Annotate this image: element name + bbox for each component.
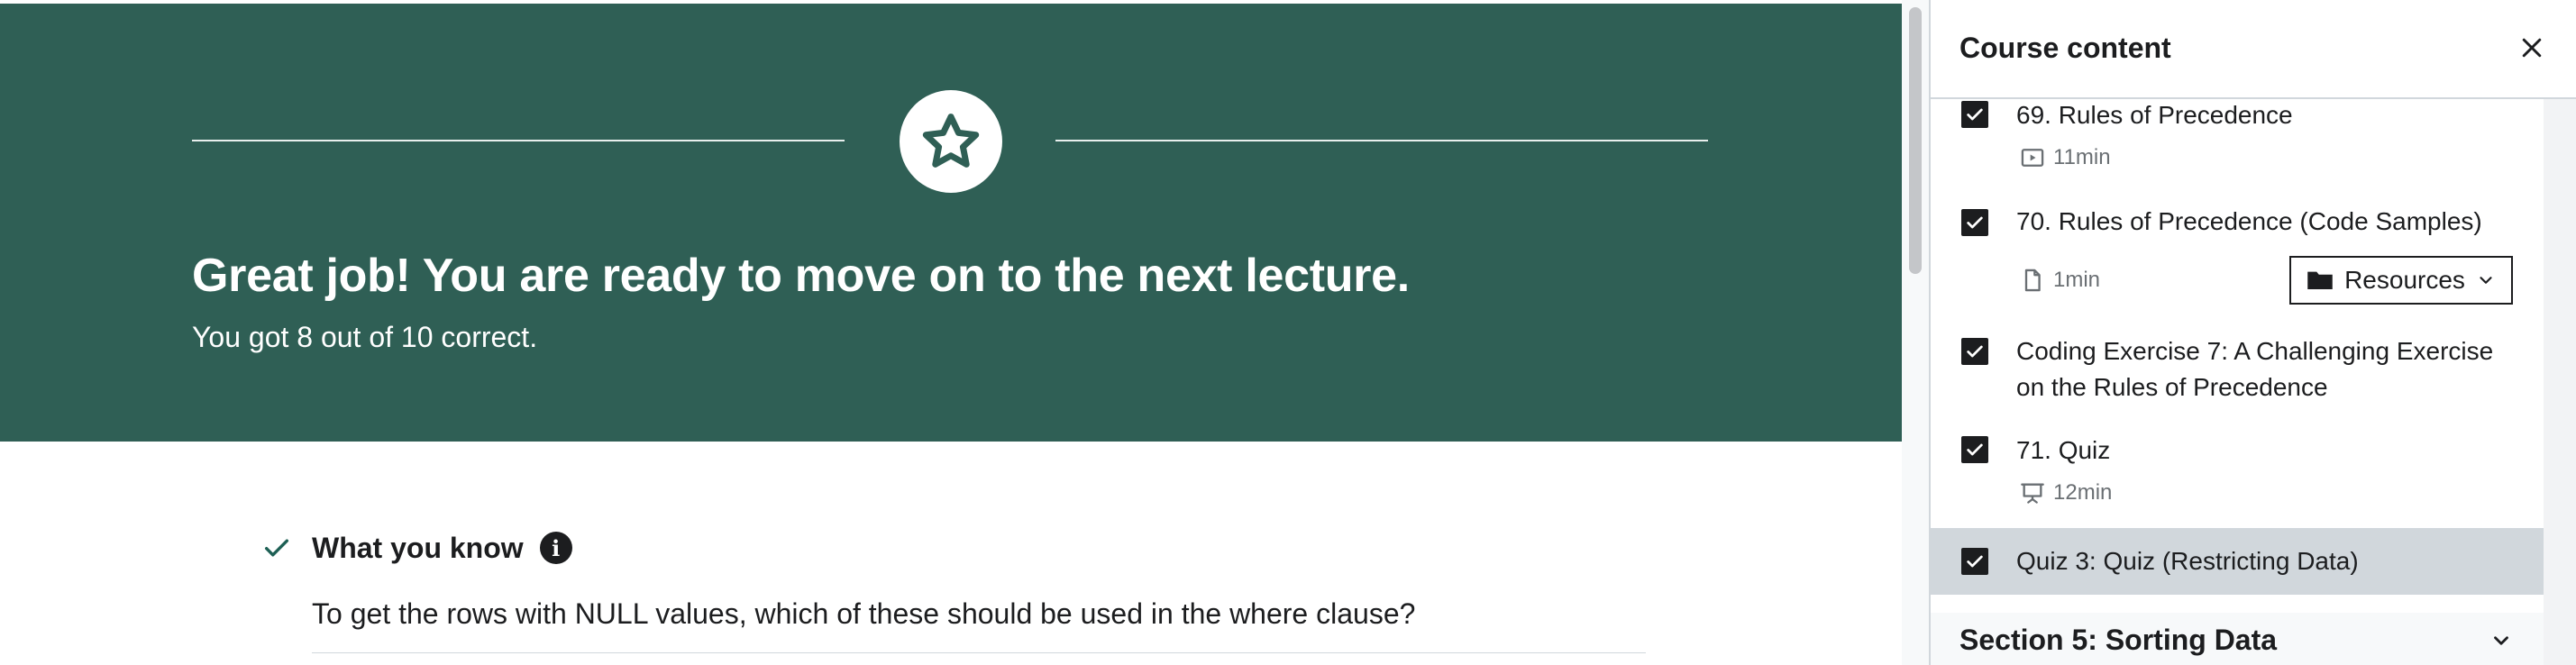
item-title: 71. Quiz (2016, 436, 2111, 464)
section-header[interactable]: Section 5: Sorting Data (1931, 613, 2544, 665)
item-title: 70. Rules of Precedence (Code Samples) (2016, 207, 2482, 235)
item-meta: 12min (2019, 479, 2112, 506)
curriculum-item-active[interactable]: Quiz 3: Quiz (Restricting Data) (1931, 528, 2544, 595)
sidebar-scrollbar[interactable] (2544, 99, 2576, 665)
presentation-icon (2019, 479, 2046, 506)
section-title: Section 5: Sorting Data (1959, 624, 2278, 656)
star-badge (900, 90, 1002, 193)
chevron-down-icon[interactable] (2489, 629, 2513, 652)
check-icon (1967, 216, 1983, 229)
item-title: Coding Exercise 7: A Challenging Exercis… (2016, 337, 2494, 401)
item-duration: 12min (2053, 480, 2113, 505)
scrollbar-thumb[interactable] (1909, 7, 1922, 274)
resources-label: Resources (2344, 266, 2465, 294)
check-icon (1967, 345, 1983, 358)
curriculum-item[interactable]: 69. Rules of Precedence 11min (1931, 99, 2544, 189)
video-icon (2019, 144, 2046, 171)
item-meta: 11min (2019, 144, 2111, 171)
checkmark-icon (264, 539, 289, 557)
course-content-sidebar: Course content 69. Rules of Precedence 1… (1929, 0, 2576, 665)
question-text: To get the rows with NULL values, which … (312, 597, 1416, 630)
item-duration: 1min (2053, 268, 2101, 292)
curriculum-item[interactable]: Coding Exercise 7: A Challenging Exercis… (1931, 332, 2544, 414)
result-title: Great job! You are ready to move on to t… (192, 250, 1410, 302)
item-title: 69. Rules of Precedence (2016, 101, 2293, 129)
result-banner: Great job! You are ready to move on to t… (0, 4, 1902, 442)
resources-button[interactable]: Resources (2289, 256, 2513, 305)
item-title: Quiz 3: Quiz (Restricting Data) (2016, 547, 2359, 575)
check-icon (1967, 443, 1983, 456)
close-icon[interactable] (2518, 34, 2545, 61)
chevron-down-icon (2476, 270, 2496, 290)
main-scrollbar[interactable] (1902, 0, 1929, 665)
item-duration: 11min (2053, 145, 2111, 169)
divider-right (1055, 140, 1708, 141)
completed-checkbox[interactable] (1961, 436, 1988, 463)
sidebar-title: Course content (1959, 32, 2171, 64)
info-icon[interactable]: i (539, 532, 572, 564)
completed-checkbox[interactable] (1961, 548, 1988, 575)
check-icon (1967, 555, 1983, 568)
completed-checkbox[interactable] (1961, 209, 1988, 236)
completed-checkbox[interactable] (1961, 338, 1988, 365)
item-meta: 1min (2019, 267, 2100, 294)
completed-checkbox[interactable] (1961, 101, 1988, 128)
check-icon (1967, 108, 1983, 121)
folder-icon (2307, 269, 2334, 292)
what-you-know-title: What you know (312, 531, 524, 564)
score-text: You got 8 out of 10 correct. (192, 321, 538, 353)
curriculum-item[interactable]: 71. Quiz 12min (1931, 433, 2544, 523)
divider (312, 652, 1646, 653)
divider-left (192, 140, 845, 141)
what-you-know-header: What you know i (261, 526, 572, 569)
star-icon (922, 114, 980, 168)
file-icon (2019, 267, 2046, 294)
sidebar-header: Course content (1931, 0, 2576, 99)
main-content: Great job! You are ready to move on to t… (0, 0, 1902, 665)
